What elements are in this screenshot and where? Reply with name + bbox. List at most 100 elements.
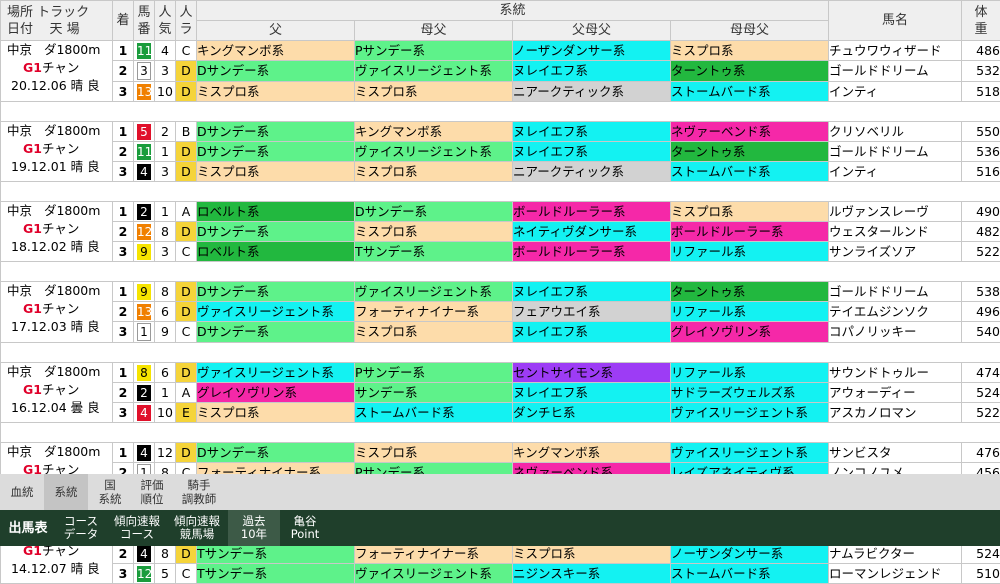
race-info[interactable]: 中京 ダ1800mG1チャン19.12.01 晴 良 xyxy=(1,122,113,182)
sire-sire-lineage[interactable]: フェアウエイ系 xyxy=(513,302,671,322)
nav-trend-racecourse[interactable]: 傾向速報競馬場 xyxy=(168,510,226,546)
horse-name[interactable]: チュウワウィザード xyxy=(829,41,962,61)
horse-name[interactable]: ゴールドドリーム xyxy=(829,282,962,302)
sire-sire-lineage[interactable]: ニジンスキー系 xyxy=(513,564,671,584)
dam-damsire-lineage[interactable]: ターントゥ系 xyxy=(671,282,829,302)
sire-sire-lineage[interactable]: ノーザンダンサー系 xyxy=(513,41,671,61)
race-info[interactable]: 中京 ダ1800mG1チャン20.12.06 晴 良 xyxy=(1,41,113,102)
dam-damsire-lineage[interactable]: ストームバード系 xyxy=(671,162,829,182)
horse-name[interactable]: インティ xyxy=(829,162,962,182)
horse-name[interactable]: ルヴァンスレーヴ xyxy=(829,202,962,222)
horse-name[interactable]: サンビスタ xyxy=(829,443,962,463)
nav-course-data[interactable]: コースデータ xyxy=(56,510,106,546)
dam-damsire-lineage[interactable]: ターントゥ系 xyxy=(671,61,829,82)
tab-lineage[interactable]: 系統 xyxy=(44,474,88,510)
horse-name[interactable]: テイエムジンソク xyxy=(829,302,962,322)
sire-sire-lineage[interactable]: ボールドルーラー系 xyxy=(513,202,671,222)
damsire-lineage[interactable]: ヴァイスリージェント系 xyxy=(355,564,513,584)
tab-jockey-trainer[interactable]: 騎手調教師 xyxy=(174,474,224,510)
sire-sire-lineage[interactable]: セントサイモン系 xyxy=(513,363,671,383)
damsire-lineage[interactable]: Pサンデー系 xyxy=(355,363,513,383)
sire-lineage[interactable]: Tサンデー系 xyxy=(197,564,355,584)
damsire-lineage[interactable]: ヴァイスリージェント系 xyxy=(355,61,513,82)
horse-name[interactable]: ゴールドドリーム xyxy=(829,61,962,82)
horse-name[interactable]: サンライズソア xyxy=(829,242,962,262)
dam-damsire-lineage[interactable]: ミスプロ系 xyxy=(671,41,829,61)
nav-entries[interactable]: 出馬表 xyxy=(2,510,54,546)
tab-pedigree[interactable]: 血統 xyxy=(2,474,42,510)
race-info[interactable]: 中京 ダ1800mG1チャン17.12.03 晴 良 xyxy=(1,282,113,343)
damsire-lineage[interactable]: フォーティナイナー系 xyxy=(355,544,513,564)
sire-sire-lineage[interactable]: ヌレイエフ系 xyxy=(513,61,671,82)
damsire-lineage[interactable]: フォーティナイナー系 xyxy=(355,302,513,322)
dam-damsire-lineage[interactable]: ヴァイスリージェント系 xyxy=(671,443,829,463)
horse-name[interactable]: ナムラビクター xyxy=(829,544,962,564)
horse-name[interactable]: アスカノロマン xyxy=(829,403,962,423)
damsire-lineage[interactable]: ミスプロ系 xyxy=(355,82,513,102)
horse-name[interactable]: インティ xyxy=(829,82,962,102)
horse-name[interactable]: アウォーディー xyxy=(829,383,962,403)
sire-lineage[interactable]: Dサンデー系 xyxy=(197,443,355,463)
sire-lineage[interactable]: グレイソヴリン系 xyxy=(197,383,355,403)
dam-damsire-lineage[interactable]: ノーザンダンサー系 xyxy=(671,544,829,564)
race-info[interactable]: 中京 ダ1800mG1チャン18.12.02 晴 良 xyxy=(1,202,113,262)
dam-damsire-lineage[interactable]: ボールドルーラー系 xyxy=(671,222,829,242)
nav-past-10-years[interactable]: 過去10年 xyxy=(228,510,280,546)
sire-sire-lineage[interactable]: ヌレイエフ系 xyxy=(513,142,671,162)
horse-name[interactable]: ゴールドドリーム xyxy=(829,142,962,162)
sire-sire-lineage[interactable]: キングマンボ系 xyxy=(513,443,671,463)
dam-damsire-lineage[interactable]: ネヴァーベンド系 xyxy=(671,122,829,142)
damsire-lineage[interactable]: サンデー系 xyxy=(355,383,513,403)
sire-sire-lineage[interactable]: ヌレイエフ系 xyxy=(513,383,671,403)
horse-name[interactable]: ウェスタールンド xyxy=(829,222,962,242)
sire-lineage[interactable]: Dサンデー系 xyxy=(197,282,355,302)
sire-lineage[interactable]: Dサンデー系 xyxy=(197,122,355,142)
sire-lineage[interactable]: ヴァイスリージェント系 xyxy=(197,363,355,383)
sire-lineage[interactable]: Dサンデー系 xyxy=(197,142,355,162)
damsire-lineage[interactable]: ミスプロ系 xyxy=(355,443,513,463)
damsire-lineage[interactable]: Tサンデー系 xyxy=(355,242,513,262)
dam-damsire-lineage[interactable]: ミスプロ系 xyxy=(671,202,829,222)
sire-sire-lineage[interactable]: ニアークティック系 xyxy=(513,162,671,182)
sire-lineage[interactable]: Dサンデー系 xyxy=(197,61,355,82)
sire-sire-lineage[interactable]: ヌレイエフ系 xyxy=(513,322,671,343)
nav-trend-course[interactable]: 傾向速報コース xyxy=(108,510,166,546)
horse-name[interactable]: コパノリッキー xyxy=(829,322,962,343)
sire-lineage[interactable]: Tサンデー系 xyxy=(197,544,355,564)
sire-lineage[interactable]: ミスプロ系 xyxy=(197,162,355,182)
sire-sire-lineage[interactable]: ニアークティック系 xyxy=(513,82,671,102)
dam-damsire-lineage[interactable]: リファール系 xyxy=(671,302,829,322)
damsire-lineage[interactable]: ストームバード系 xyxy=(355,403,513,423)
sire-lineage[interactable]: ヴァイスリージェント系 xyxy=(197,302,355,322)
sire-lineage[interactable]: Dサンデー系 xyxy=(197,322,355,343)
horse-name[interactable]: サウンドトゥルー xyxy=(829,363,962,383)
dam-damsire-lineage[interactable]: リファール系 xyxy=(671,242,829,262)
sire-lineage[interactable]: ミスプロ系 xyxy=(197,403,355,423)
tab-country-lineage[interactable]: 国系統 xyxy=(90,474,130,510)
damsire-lineage[interactable]: ヴァイスリージェント系 xyxy=(355,282,513,302)
sire-lineage[interactable]: ロベルト系 xyxy=(197,242,355,262)
tab-rating-rank[interactable]: 評価順位 xyxy=(132,474,172,510)
sire-lineage[interactable]: ロベルト系 xyxy=(197,202,355,222)
sire-lineage[interactable]: ミスプロ系 xyxy=(197,82,355,102)
damsire-lineage[interactable]: ヴァイスリージェント系 xyxy=(355,142,513,162)
sire-lineage[interactable]: Dサンデー系 xyxy=(197,222,355,242)
race-info[interactable]: 中京 ダ1800mG1チャン16.12.04 曇 良 xyxy=(1,363,113,423)
sire-sire-lineage[interactable]: ネイティヴダンサー系 xyxy=(513,222,671,242)
dam-damsire-lineage[interactable]: サドラーズウェルズ系 xyxy=(671,383,829,403)
damsire-lineage[interactable]: ミスプロ系 xyxy=(355,322,513,343)
horse-name[interactable]: クリソベリル xyxy=(829,122,962,142)
dam-damsire-lineage[interactable]: ストームバード系 xyxy=(671,564,829,584)
sire-sire-lineage[interactable]: ミスプロ系 xyxy=(513,544,671,564)
damsire-lineage[interactable]: ミスプロ系 xyxy=(355,162,513,182)
damsire-lineage[interactable]: キングマンボ系 xyxy=(355,122,513,142)
damsire-lineage[interactable]: Dサンデー系 xyxy=(355,202,513,222)
dam-damsire-lineage[interactable]: ストームバード系 xyxy=(671,82,829,102)
sire-lineage[interactable]: キングマンボ系 xyxy=(197,41,355,61)
sire-sire-lineage[interactable]: ヌレイエフ系 xyxy=(513,282,671,302)
damsire-lineage[interactable]: ミスプロ系 xyxy=(355,222,513,242)
dam-damsire-lineage[interactable]: リファール系 xyxy=(671,363,829,383)
sire-sire-lineage[interactable]: ダンチヒ系 xyxy=(513,403,671,423)
dam-damsire-lineage[interactable]: ヴァイスリージェント系 xyxy=(671,403,829,423)
horse-name[interactable]: ローマンレジェンド xyxy=(829,564,962,584)
